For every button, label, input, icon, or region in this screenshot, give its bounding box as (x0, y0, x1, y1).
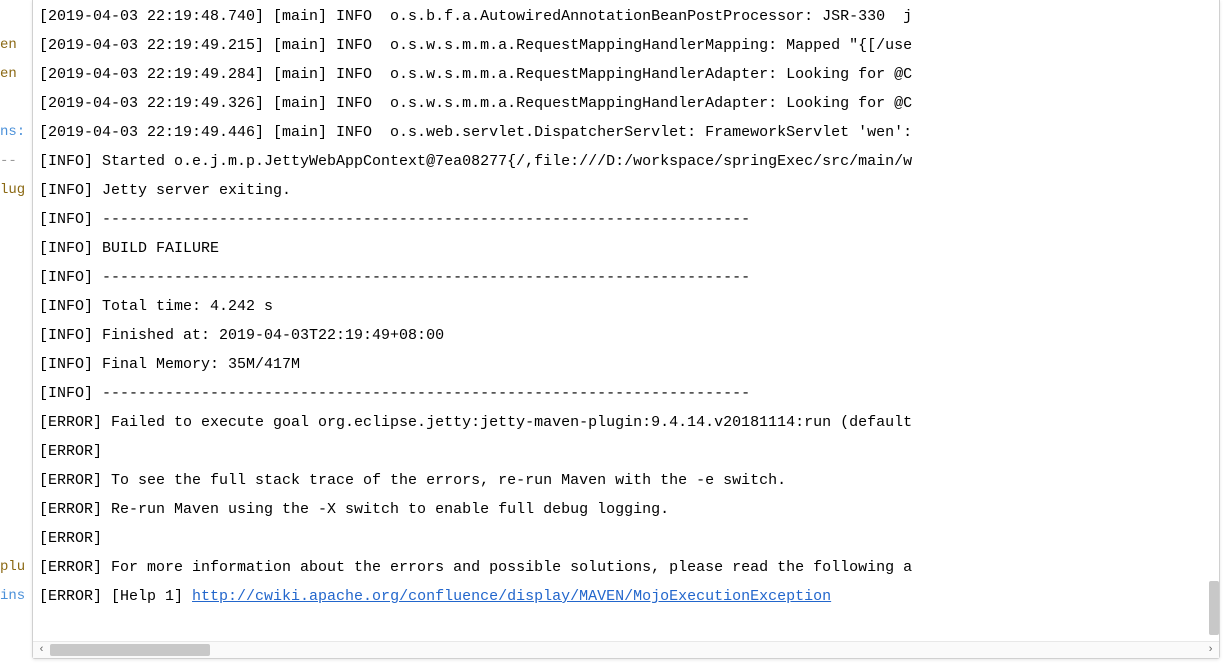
gutter-line (0, 234, 32, 263)
gutter-line: lug (0, 176, 32, 205)
gutter-line (0, 263, 32, 292)
gutter-line (0, 350, 32, 379)
log-line: [ERROR] Re-run Maven using the -X switch… (39, 495, 1213, 524)
scroll-right-arrow[interactable]: › (1202, 642, 1219, 659)
log-line: [INFO] Total time: 4.242 s (39, 292, 1213, 321)
log-line: [ERROR] (39, 524, 1213, 553)
gutter-line: en (0, 31, 32, 60)
log-line: [ERROR] Failed to execute goal org.eclip… (39, 408, 1213, 437)
gutter-line (0, 89, 32, 118)
log-line: [2019-04-03 22:19:49.446] [main] INFO o.… (39, 118, 1213, 147)
scroll-thumb[interactable] (50, 644, 210, 656)
gutter-line (0, 205, 32, 234)
log-line: [INFO] BUILD FAILURE (39, 234, 1213, 263)
gutter-line: ns: (0, 118, 32, 147)
log-line: [2019-04-03 22:19:49.326] [main] INFO o.… (39, 89, 1213, 118)
editor-gutter: enen ns:--lug pluins (0, 0, 32, 663)
log-line: [ERROR] For more information about the e… (39, 553, 1213, 582)
vertical-scroll-thumb[interactable] (1209, 581, 1219, 635)
log-line: [2019-04-03 22:19:49.215] [main] INFO o.… (39, 31, 1213, 60)
gutter-line (0, 379, 32, 408)
gutter-line (0, 321, 32, 350)
console-output[interactable]: [2019-04-03 22:19:48.740] [main] INFO o.… (33, 0, 1219, 641)
scroll-track[interactable] (50, 642, 1202, 658)
log-line: [INFO] ---------------------------------… (39, 379, 1213, 408)
help-link[interactable]: http://cwiki.apache.org/confluence/displ… (192, 588, 831, 605)
log-text: [ERROR] [Help 1] (39, 588, 192, 605)
log-line: [INFO] ---------------------------------… (39, 205, 1213, 234)
log-line: [INFO] Jetty server exiting. (39, 176, 1213, 205)
gutter-line (0, 524, 32, 553)
gutter-line: -- (0, 147, 32, 176)
gutter-line: plu (0, 553, 32, 582)
log-line: [ERROR] [Help 1] http://cwiki.apache.org… (39, 582, 1213, 611)
horizontal-scrollbar[interactable]: ‹ › (33, 641, 1219, 658)
gutter-line: ins (0, 582, 32, 611)
gutter-line: en (0, 60, 32, 89)
scroll-left-arrow[interactable]: ‹ (33, 642, 50, 659)
vertical-scrollbar[interactable] (1206, 0, 1220, 639)
log-line: [ERROR] To see the full stack trace of t… (39, 466, 1213, 495)
console-panel: [2019-04-03 22:19:48.740] [main] INFO o.… (32, 0, 1220, 659)
log-line: [INFO] Started o.e.j.m.p.JettyWebAppCont… (39, 147, 1213, 176)
log-line: [ERROR] (39, 437, 1213, 466)
log-line: [INFO] ---------------------------------… (39, 263, 1213, 292)
log-line: [INFO] Final Memory: 35M/417M (39, 350, 1213, 379)
gutter-line (0, 466, 32, 495)
log-line: [2019-04-03 22:19:49.284] [main] INFO o.… (39, 60, 1213, 89)
gutter-line (0, 408, 32, 437)
gutter-line (0, 495, 32, 524)
log-line: [INFO] Finished at: 2019-04-03T22:19:49+… (39, 321, 1213, 350)
gutter-line (0, 437, 32, 466)
log-line: [2019-04-03 22:19:48.740] [main] INFO o.… (39, 2, 1213, 31)
gutter-line (0, 292, 32, 321)
gutter-line (0, 2, 32, 31)
